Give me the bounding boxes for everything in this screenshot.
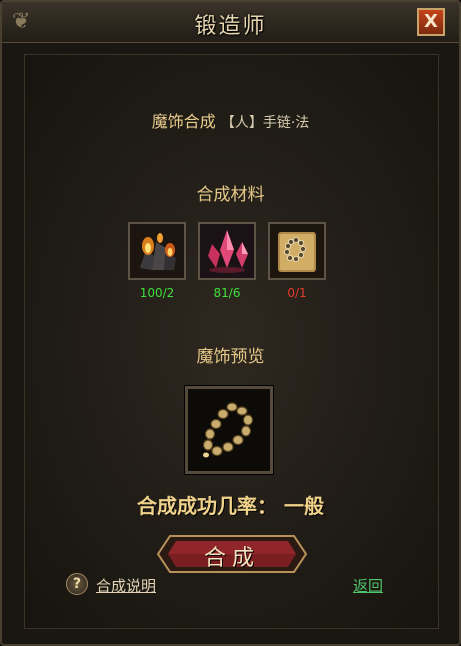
material-slot-1[interactable] xyxy=(128,222,186,280)
material-count-2: 81/6 xyxy=(213,286,241,300)
bracelet-scroll-icon xyxy=(270,224,324,278)
craft-button[interactable]: 合成 xyxy=(154,532,310,576)
preview-slot[interactable] xyxy=(185,386,273,474)
materials-row: 100/2 81/6 0/1 xyxy=(128,222,338,302)
fire-ore-icon xyxy=(130,224,184,278)
material-count-1: 100/2 xyxy=(139,286,175,300)
bead-bracelet-icon xyxy=(188,389,270,471)
help-icon: ? xyxy=(66,573,88,595)
recipe-item-name: 【人】手链·法 xyxy=(220,115,310,131)
close-button[interactable]: X xyxy=(417,8,445,36)
preview-title: 魔饰预览 xyxy=(196,347,265,367)
help-label: 合成说明 xyxy=(96,577,157,595)
back-link[interactable]: 返回 xyxy=(353,575,383,596)
material-slot-3[interactable] xyxy=(268,222,326,280)
forge-window: ❦ 锻造师 X 魔饰合成 【人】手链·法 合成材料 100/2 81/6 0/1… xyxy=(0,0,461,646)
materials-title: 合成材料 xyxy=(196,185,265,205)
craft-button-label: 合成 xyxy=(203,546,260,571)
title-bar[interactable]: ❦ 锻造师 X xyxy=(2,2,459,43)
material-count-3: 0/1 xyxy=(287,286,307,300)
pink-crystal-icon xyxy=(200,224,254,278)
recipe-prefix: 魔饰合成 xyxy=(151,112,216,131)
material-slot-2[interactable] xyxy=(198,222,256,280)
window-title: 锻造师 xyxy=(194,14,267,39)
recipe-title: 魔饰合成 【人】手链·法 xyxy=(2,108,459,132)
success-rate: 合成成功几率： 一般 xyxy=(137,494,324,518)
